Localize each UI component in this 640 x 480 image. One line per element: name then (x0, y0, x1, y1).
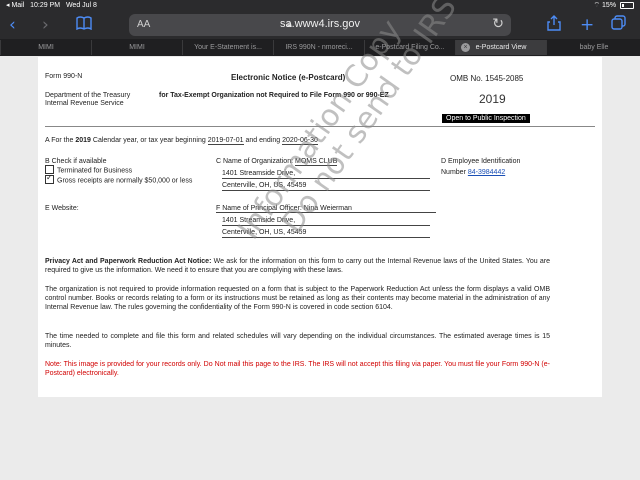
dept-line-2: Internal Revenue Service (45, 100, 124, 107)
ein-row: Number 84-3984442 (441, 169, 506, 176)
tab-irs-990n[interactable]: IRS 990N - nmoreci... (273, 40, 364, 55)
officer-address-line-1: 1401 Streamside Drive, (222, 217, 296, 224)
end-date: 2020-06-30 (282, 137, 318, 145)
section-a: A For the 2019 Calendar year, or tax yea… (45, 137, 318, 145)
back-to-mail-link[interactable]: ◂ Mail (6, 2, 24, 9)
public-inspection-badge: Open to Public Inspection (442, 114, 530, 123)
back-icon[interactable]: ‹ (9, 15, 16, 35)
section-c: C Name of Organization: MOMS CLUB (216, 158, 338, 166)
tab-epostcard-view[interactable]: × e-Postcard View (455, 40, 546, 55)
form-title: Electronic Notice (e-Postcard) (231, 73, 346, 82)
tax-year: 2019 (479, 92, 506, 106)
ein-value[interactable]: 84-3984442 (468, 169, 505, 176)
status-date: Wed Jul 8 (65, 2, 97, 9)
option-gross-receipts: Gross receipts are normally $50,000 or l… (45, 173, 192, 185)
section-b-label: B Check if available (45, 158, 107, 165)
section-e-label: E Website: (45, 205, 79, 212)
tab-mimi-1[interactable]: MIMI (0, 40, 91, 55)
option-terminated: Terminated for Business (45, 165, 132, 175)
url-text[interactable]: sa.www4.irs.gov (129, 18, 511, 30)
close-tab-icon[interactable]: × (461, 43, 470, 52)
header-divider (45, 126, 595, 127)
forward-icon[interactable]: › (42, 15, 49, 35)
reload-icon[interactable]: ↻ (492, 16, 504, 32)
status-time: 10:29 PM (30, 2, 61, 9)
battery-icon (620, 1, 634, 9)
tab-e-statement[interactable]: Your E-Statement is... (182, 40, 273, 55)
gross-receipts-checkbox[interactable] (45, 173, 54, 184)
begin-date: 2019-07-01 (207, 137, 244, 145)
org-address-underline-1 (222, 178, 430, 179)
wifi-icon: ⌔ (593, 2, 601, 9)
new-tab-icon[interactable]: + (580, 15, 594, 35)
form-subtitle: for Tax-Exempt Organization not Required… (159, 92, 389, 99)
browser-toolbar: ‹ › AA 🔒︎ sa.www4.irs.gov ↻ + (0, 12, 640, 39)
status-bar: ◂ Mail 10:29 PM Wed Jul 8 ⌔ 15% (0, 0, 640, 12)
org-address-underline-2 (222, 190, 430, 191)
bookmarks-icon[interactable] (76, 15, 92, 35)
tabs-overview-icon[interactable] (611, 15, 626, 35)
tab-baby-elle[interactable]: baby Elle (546, 40, 640, 55)
section-d-label: D Employee Identification (441, 158, 521, 165)
form-number: Form 990-N (45, 73, 83, 80)
address-bar[interactable]: AA 🔒︎ sa.www4.irs.gov ↻ (129, 14, 511, 36)
tab-epostcard-filing[interactable]: e-Postcard Filing Co... (364, 40, 455, 55)
privacy-notice: Privacy Act and Paperwork Reduction Act … (45, 257, 550, 275)
officer-address-underline-2 (222, 237, 430, 238)
org-address-line-1: 1401 Streamside Drive, (222, 170, 296, 177)
privacy-heading: Privacy Act and Paperwork Reduction Act … (45, 258, 212, 265)
tab-bar: MIMI MIMI Your E-Statement is... IRS 990… (0, 39, 640, 56)
battery-percent: 15% (602, 2, 617, 9)
epostcard-page: Form 990-N Department of the Treasury In… (38, 0, 602, 397)
omb-paragraph: The organization is not required to prov… (45, 286, 550, 311)
org-address-line-2: Centerville, OH, US, 45459 (222, 182, 307, 189)
share-icon[interactable] (547, 15, 561, 36)
officer-address-underline-1 (222, 225, 430, 226)
omb-number: OMB No. 1545-2085 (450, 74, 524, 83)
officer-underline (216, 212, 436, 213)
mail-warning-note: Note: This image is provided for your re… (45, 361, 550, 377)
tab-mimi-2[interactable]: MIMI (91, 40, 182, 55)
time-paragraph: The time needed to complete and file thi… (45, 333, 550, 349)
officer-address-line-2: Centerville, OH, US, 45459 (222, 229, 307, 236)
org-name: MOMS CLUB (295, 158, 338, 166)
